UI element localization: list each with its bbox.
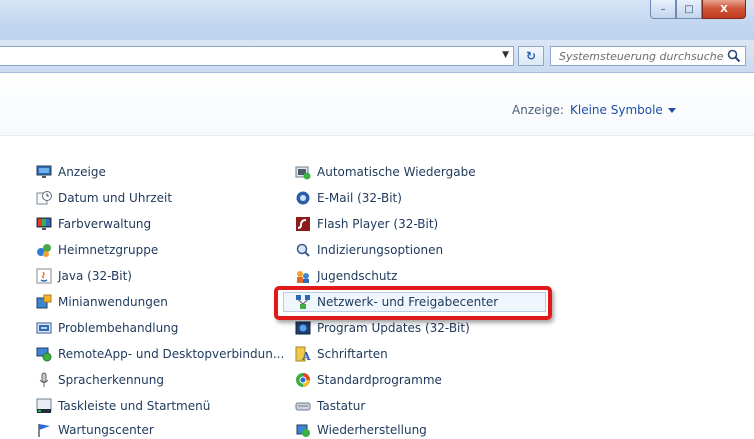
cp-item-label: Standardprogramme: [317, 373, 442, 387]
cp-item-program-updates[interactable]: Program Updates (32-Bit): [295, 319, 470, 337]
clock-icon: [36, 191, 52, 205]
cp-item-wiederherstellung[interactable]: Wiederherstellung: [295, 421, 427, 439]
microphone-icon: [39, 372, 49, 387]
cp-item-label: Heimnetzgruppe: [58, 243, 159, 257]
taskbar-icon: [36, 398, 52, 413]
fonts-icon: A: [295, 346, 311, 362]
address-bar[interactable]: ▼: [0, 46, 514, 66]
address-bar-row: ▼ ↻: [0, 40, 754, 73]
cp-item-wartungscenter[interactable]: Wartungscenter: [36, 421, 154, 439]
red-highlight-annotation: [274, 286, 552, 320]
cp-item-label: Indizierungsoptionen: [317, 243, 444, 257]
cp-item-label: Minianwendungen: [58, 295, 168, 309]
cp-item-tastatur[interactable]: Tastatur: [295, 397, 365, 415]
view-by-dropdown[interactable]: Kleine Symbole: [570, 103, 676, 117]
cp-item-datum-und-uhrzeit[interactable]: Datum und Uhrzeit: [36, 189, 172, 207]
search-box[interactable]: [550, 46, 746, 66]
view-by-label: Anzeige:: [512, 103, 564, 117]
display-icon: [36, 165, 52, 178]
cp-item-label: RemoteApp- und Desktopverbindun...: [58, 347, 285, 361]
cp-item-heimnetzgruppe[interactable]: Heimnetzgruppe: [36, 241, 158, 259]
mail-icon: [296, 191, 310, 205]
refresh-icon: ↻: [525, 49, 537, 63]
cp-item-label: Anzeige: [58, 165, 106, 179]
cp-item-label: Schriftarten: [317, 347, 388, 361]
cp-item-automatische-wiedergabe[interactable]: Automatische Wiedergabe: [295, 163, 476, 181]
recovery-icon: [296, 424, 310, 437]
flag-icon: [38, 424, 50, 437]
flash-icon: [296, 217, 310, 231]
autoplay-icon: [295, 166, 311, 180]
cp-item-farbverwaltung[interactable]: Farbverwaltung: [36, 215, 151, 233]
cp-item-indizierungsoptionen[interactable]: Indizierungsoptionen: [295, 241, 443, 259]
cp-item-label: Flash Player (32-Bit): [317, 217, 439, 231]
cp-item-label: Taskleiste und Startmenü: [58, 399, 211, 413]
cp-item-label: Java (32-Bit): [58, 269, 132, 283]
cp-item-jugendschutz[interactable]: Jugendschutz: [295, 267, 397, 285]
remoteapp-icon: [36, 347, 52, 362]
close-button[interactable]: X: [702, 0, 746, 19]
cp-item-label: Jugendschutz: [317, 269, 398, 283]
refresh-button[interactable]: ↻: [518, 46, 544, 66]
window-controls: – □ X: [650, 0, 746, 22]
program-updates-icon: [295, 321, 311, 335]
chevron-down-icon: [667, 108, 676, 113]
homegroup-icon: [37, 244, 51, 257]
cp-item-email[interactable]: E-Mail (32-Bit): [295, 189, 402, 207]
cp-item-label: Datum und Uhrzeit: [58, 191, 173, 205]
cp-item-taskleiste[interactable]: Taskleiste und Startmenü: [36, 397, 210, 415]
address-dropdown-icon[interactable]: ▼: [502, 50, 509, 60]
cp-item-label: Spracherkennung: [58, 373, 164, 387]
default-programs-icon: [296, 373, 310, 387]
cp-item-label: Farbverwaltung: [58, 217, 152, 231]
cp-item-label: Wiederherstellung: [317, 423, 427, 437]
cp-item-java[interactable]: Java (32-Bit): [36, 267, 132, 285]
search-input[interactable]: [551, 47, 723, 65]
cp-item-flash-player[interactable]: Flash Player (32-Bit): [295, 215, 438, 233]
gadgets-icon: [36, 294, 52, 309]
troubleshooting-icon: [36, 322, 52, 334]
cp-item-schriftarten[interactable]: A Schriftarten: [295, 345, 388, 363]
java-icon: [36, 268, 52, 284]
minimize-button[interactable]: –: [650, 0, 676, 19]
cp-item-label: Wartungscenter: [58, 423, 154, 437]
cp-item-spracherkennung[interactable]: Spracherkennung: [36, 371, 164, 389]
view-bar: Anzeige: Kleine Symbole: [0, 73, 754, 136]
cp-item-problembehandlung[interactable]: Problembehandlung: [36, 319, 178, 337]
cp-item-remoteapp[interactable]: RemoteApp- und Desktopverbindun...: [36, 345, 284, 363]
cp-item-minianwendungen[interactable]: Minianwendungen: [36, 293, 168, 311]
cp-item-standardprogramme[interactable]: Standardprogramme: [295, 371, 442, 389]
view-by-value: Kleine Symbole: [570, 103, 663, 117]
color-management-icon: [36, 217, 52, 230]
parental-controls-icon: [297, 271, 309, 283]
cp-item-label: Problembehandlung: [58, 321, 179, 335]
svg-text:A: A: [301, 350, 311, 362]
cp-item-anzeige[interactable]: Anzeige: [36, 163, 106, 181]
window-titlebar: – □ X: [0, 0, 754, 40]
indexing-icon: [296, 243, 310, 257]
maximize-button[interactable]: □: [676, 0, 702, 19]
cp-item-label: Automatische Wiedergabe: [317, 165, 476, 179]
cp-item-label: Tastatur: [317, 399, 366, 413]
keyboard-icon: [295, 402, 311, 411]
cp-item-label: E-Mail (32-Bit): [317, 191, 402, 205]
search-icon[interactable]: [727, 49, 741, 63]
cp-item-label: Program Updates (32-Bit): [317, 321, 470, 335]
